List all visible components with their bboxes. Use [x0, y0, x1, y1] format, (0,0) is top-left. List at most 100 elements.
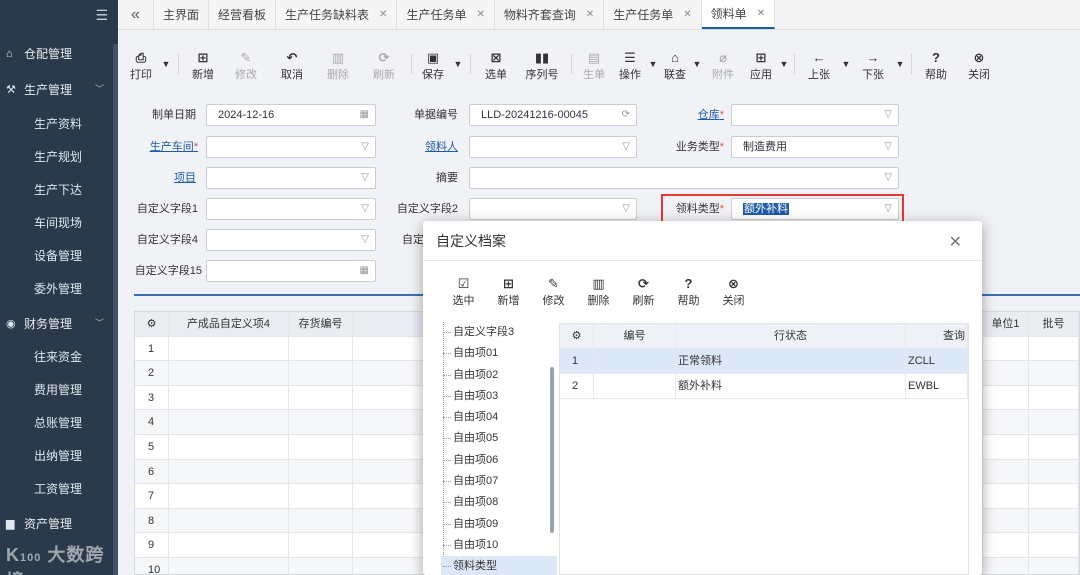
grid-cell[interactable]	[289, 385, 353, 410]
docno-field[interactable]: LLD-20241216-00045 ⟳	[469, 104, 637, 126]
sidebar-item-workshop[interactable]: 车间现场	[0, 207, 118, 240]
sidebar-group-asset[interactable]: ▆ 资产管理	[0, 507, 118, 540]
print-dropdown-icon[interactable]: ▼	[158, 38, 174, 69]
filter-icon[interactable]: ▽	[884, 105, 892, 125]
workshop-field[interactable]: ▽	[206, 136, 376, 158]
help-button[interactable]: ? 帮助	[916, 38, 956, 90]
grid-cell[interactable]	[289, 410, 353, 434]
grid-cell[interactable]	[1029, 434, 1079, 459]
grid-cell[interactable]	[1029, 459, 1079, 484]
operate-dropdown-icon[interactable]: ▼	[648, 38, 658, 69]
select-button[interactable]: ☑ 选中	[441, 275, 486, 308]
sidebar-scrollbar[interactable]	[113, 44, 118, 575]
tree-scrollbar[interactable]	[550, 367, 554, 533]
sidebar-item-salary[interactable]: 工资管理	[0, 473, 118, 506]
summary-field[interactable]: ▽	[469, 167, 899, 189]
grid-cell[interactable]	[169, 533, 289, 557]
table-row[interactable]: 2 额外补料 EWBL	[560, 374, 968, 399]
grid-cell[interactable]	[169, 410, 289, 434]
project-label[interactable]: 项目	[134, 167, 196, 189]
grid-cell[interactable]	[169, 508, 289, 533]
refresh-button[interactable]: ⟳ 刷新	[361, 38, 407, 90]
sidebar-item-production-data[interactable]: 生产资料	[0, 108, 118, 141]
save-dropdown-icon[interactable]: ▼	[450, 38, 466, 69]
table-row[interactable]: 1 正常领料 ZCLL	[560, 349, 968, 374]
grid-col-header[interactable]: 批号	[1029, 312, 1079, 336]
grid-cell[interactable]	[289, 508, 353, 533]
close-button[interactable]: ⊗ 关闭	[956, 38, 1002, 90]
grid-cell[interactable]	[289, 484, 353, 508]
grid-col-header[interactable]: 存货编号	[289, 312, 353, 336]
custom2-field[interactable]: ▽	[469, 198, 637, 220]
grid-cell[interactable]	[289, 434, 353, 459]
grid-col-header[interactable]: 单位1	[983, 312, 1029, 336]
tree-node[interactable]: 领料类型	[441, 556, 557, 575]
close-icon[interactable]: ✕	[683, 9, 691, 20]
grid-cell[interactable]	[983, 484, 1029, 508]
grid-cell[interactable]	[169, 361, 289, 385]
grid-cell[interactable]	[1029, 361, 1079, 385]
close-icon[interactable]: ✕	[949, 232, 962, 252]
refresh-button[interactable]: ⟳ 刷新	[621, 275, 666, 308]
sidebar-item-cashier[interactable]: 出纳管理	[0, 440, 118, 473]
tree-node[interactable]: 自由项02	[441, 365, 557, 386]
grid-cell[interactable]	[1029, 484, 1079, 508]
close-icon[interactable]: ✕	[476, 9, 484, 20]
tree-node[interactable]: 自由项04	[441, 407, 557, 428]
grid-cell[interactable]	[289, 557, 353, 574]
col-header-no[interactable]: 编号	[594, 324, 676, 348]
sidebar-item-outsourcing[interactable]: 委外管理	[0, 273, 118, 306]
sidebar-group-finance[interactable]: ◉ 财务管理 ﹀	[0, 307, 118, 340]
double-chevron-left-icon[interactable]: «	[118, 0, 154, 29]
sidebar-item-funds[interactable]: 往来资金	[0, 341, 118, 374]
calendar-icon[interactable]: ▦	[360, 105, 369, 125]
custom15-field[interactable]: ▦	[206, 260, 376, 282]
sidebar-item-equipment[interactable]: 设备管理	[0, 240, 118, 273]
tab-production-order-2[interactable]: 生产任务单 ✕	[604, 0, 702, 29]
tree-node[interactable]: 自由项07	[441, 471, 557, 492]
picker-label[interactable]: 领料人	[398, 136, 458, 158]
audit-button[interactable]: ⌂ 联查	[658, 38, 692, 90]
grid-cell[interactable]	[983, 459, 1029, 484]
col-header-query[interactable]: 查询	[906, 324, 968, 348]
tab-dashboard[interactable]: 经营看板	[209, 0, 277, 29]
apply-dropdown-icon[interactable]: ▼	[778, 38, 790, 69]
grid-cell[interactable]	[169, 484, 289, 508]
tree-node[interactable]: 自由项06	[441, 450, 557, 471]
grid-cell[interactable]	[169, 557, 289, 574]
generate-order-button[interactable]: ▤ 生单	[576, 38, 612, 90]
warehouse-field[interactable]: ▽	[731, 104, 899, 126]
delete-button[interactable]: ▥ 删除	[315, 38, 361, 90]
sidebar-group-production[interactable]: ⚒ 生产管理 ﹀	[0, 73, 118, 106]
serial-number-button[interactable]: ▮▮ 序列号	[517, 38, 567, 90]
select-order-button[interactable]: ⊠ 选单	[475, 38, 517, 90]
audit-dropdown-icon[interactable]: ▼	[692, 38, 702, 69]
delete-button[interactable]: ▥ 删除	[576, 275, 621, 308]
help-button[interactable]: ? 帮助	[666, 275, 711, 308]
grid-cell[interactable]	[983, 508, 1029, 533]
grid-cell[interactable]	[983, 557, 1029, 574]
save-button[interactable]: ▣ 保存	[416, 38, 450, 90]
sidebar-item-expense[interactable]: 费用管理	[0, 374, 118, 407]
grid-cell[interactable]	[1029, 557, 1079, 574]
filter-icon[interactable]: ▽	[361, 199, 369, 219]
project-field[interactable]: ▽	[206, 167, 376, 189]
grid-cell[interactable]	[1029, 385, 1079, 410]
tab-home[interactable]: 主界面	[154, 0, 210, 29]
grid-cell[interactable]	[169, 459, 289, 484]
menu-toggle-icon[interactable]: ☰	[95, 7, 108, 24]
close-button[interactable]: ⊗ 关闭	[711, 275, 756, 308]
biztype-field[interactable]: 制造费用 ▽	[731, 136, 899, 158]
filter-icon[interactable]: ▽	[361, 168, 369, 188]
print-button[interactable]: ⎙ 打印	[124, 38, 158, 90]
close-icon[interactable]: ✕	[586, 9, 594, 20]
tab-production-order[interactable]: 生产任务单 ✕	[397, 0, 495, 29]
grid-cell[interactable]	[169, 336, 289, 361]
refresh-icon[interactable]: ⟳	[622, 105, 630, 125]
grid-cell[interactable]	[983, 533, 1029, 557]
sidebar-group-warehouse[interactable]: ⌂ 仓配管理	[0, 37, 118, 70]
prev-dropdown-icon[interactable]: ▼	[839, 38, 853, 69]
attachment-button[interactable]: ⌀ 附件	[702, 38, 744, 90]
gear-icon[interactable]: ⚙	[560, 324, 594, 348]
tree-node[interactable]: 自由项03	[441, 386, 557, 407]
